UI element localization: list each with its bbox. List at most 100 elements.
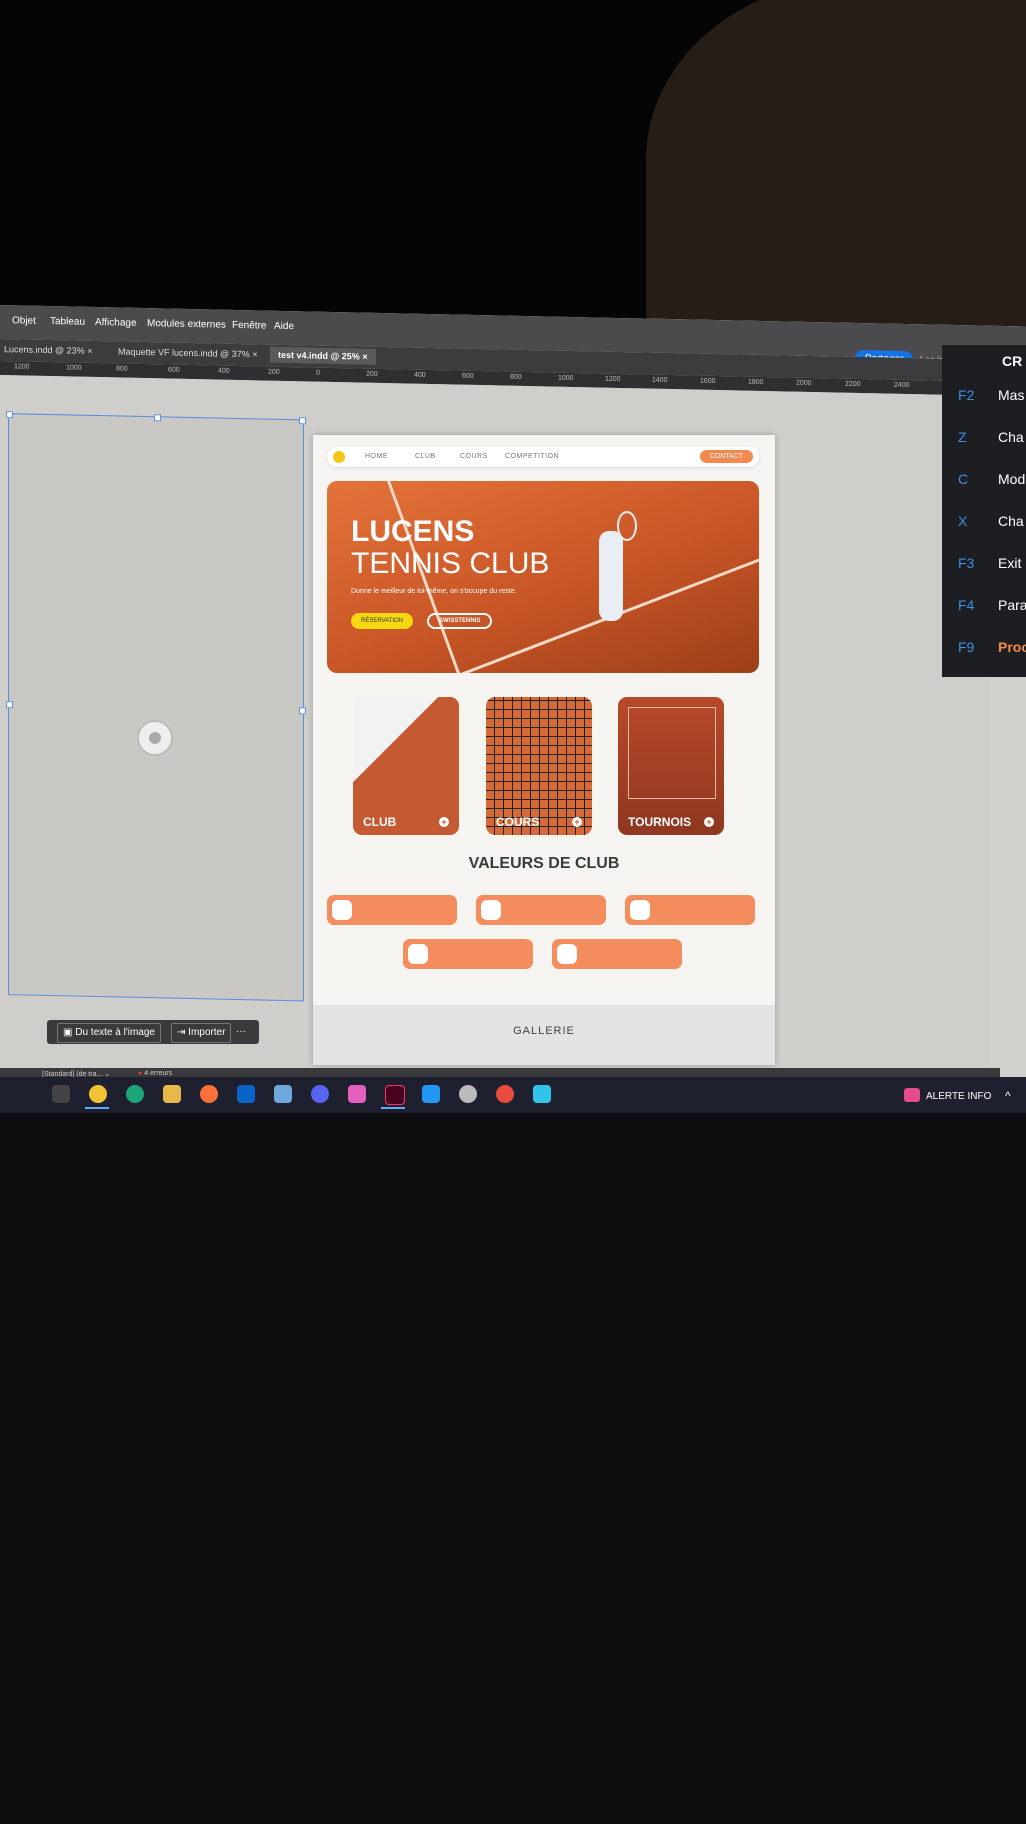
swisstennis-button[interactable]: SWISSTENNIS [427,613,493,629]
resize-handle[interactable] [299,417,306,425]
resize-handle[interactable] [6,411,13,419]
shortcut-label: Para [998,597,1026,613]
shortcut-row[interactable]: Z Cha [942,417,1026,457]
ruler-mark: 1200 [605,375,621,383]
image-icon: ▣ [63,1027,73,1038]
plus-icon[interactable]: + [572,817,582,827]
task-view-icon[interactable] [52,1085,70,1103]
site-nav: HOME CLUB COURS COMPETITION CONTACT [327,447,759,467]
menu-aide[interactable]: Aide [274,321,294,332]
rocket-league-icon[interactable] [274,1085,292,1103]
ruler-mark: 1000 [558,374,574,383]
menu-affichage[interactable]: Affichage [95,317,137,329]
hero-tagline: Donne le meilleur de toi-même, on s'occu… [351,588,517,595]
tennis-player-image [599,531,623,621]
ruler-mark: 2200 [845,380,861,389]
chevron-up-icon[interactable]: ^ [1005,1089,1011,1103]
file-explorer-icon[interactable] [163,1085,181,1103]
card-tournois[interactable]: TOURNOIS + [618,697,724,835]
wall [646,0,1026,330]
ruler-mark: 600 [462,372,474,380]
menu-modules-externes[interactable]: Modules externes [147,318,226,331]
card-cours[interactable]: COURS + [486,697,592,835]
app-icon[interactable] [348,1085,366,1103]
news-alert-icon[interactable] [904,1088,920,1102]
hero-title: LUCENS [351,515,475,548]
reservation-button[interactable]: RÉSERVATION [351,613,414,629]
value-pill[interactable] [403,939,533,969]
shortcut-row[interactable]: F9 Proc [942,627,1026,667]
outlook-icon[interactable] [237,1085,255,1103]
resize-handle[interactable] [154,414,161,422]
chrome-icon[interactable] [89,1085,107,1103]
nav-home[interactable]: HOME [365,453,388,460]
import-button[interactable]: ⇥ Importer [171,1023,232,1043]
shortcut-key: Z [958,429,967,445]
nav-cours[interactable]: COURS [460,453,488,460]
tab-maquette[interactable]: Maquette VF lucens.indd @ 37% × [118,346,258,359]
app-icon[interactable] [496,1085,514,1103]
text-to-image-button[interactable]: ▣ Du texte à l'image [57,1023,161,1043]
tennis-ball-logo[interactable] [333,451,345,463]
plus-icon[interactable]: + [439,817,449,827]
contextual-task-bar: ▣ Du texte à l'image ⇥ Importer ··· [47,1020,259,1044]
values-section-title: VALEURS DE CLUB [468,855,620,872]
contact-button[interactable]: CONTACT [699,450,753,463]
indesign-icon[interactable] [385,1085,405,1105]
shortcut-row[interactable]: F2 Mas [942,375,1026,415]
value-pill[interactable] [327,895,457,925]
preflight-status[interactable]: ● 4 erreurs [138,1070,172,1077]
menu-tableau[interactable]: Tableau [50,316,85,328]
tab-lucens[interactable]: Lucens.indd @ 23% × [4,344,92,356]
frame-placeholder-icon[interactable] [137,720,173,756]
app-icon[interactable] [533,1085,551,1103]
close-icon[interactable]: × [252,349,257,359]
gallery-section: GALLERIE [313,1005,775,1065]
more-options-button[interactable]: ··· [231,1023,251,1041]
tab-test-v4[interactable]: test v4.indd @ 25% × [270,346,376,365]
active-indicator [381,1107,405,1109]
news-alert-label[interactable]: ALERTE INFO [926,1091,991,1102]
shortcut-panel: CR F2 Mas Z Cha C Mod X Cha F3 Exit F4 Para F9… [942,345,1026,677]
ruler-mark: 1200 [14,363,30,371]
firefox-icon[interactable] [200,1085,218,1103]
tab-label: Lucens.indd @ 23% [4,344,85,356]
error-count: 4 erreurs [144,1070,173,1077]
menu-fenetre[interactable]: Fenêtre [232,320,266,332]
selected-frame[interactable] [6,411,306,1002]
error-icon: ● [138,1070,143,1077]
desk-background [0,1113,1026,1824]
shortcut-row[interactable]: F4 Para [942,585,1026,625]
resize-handle[interactable] [299,707,306,715]
close-icon[interactable]: × [362,352,367,362]
shortcut-row[interactable]: C Mod [942,459,1026,499]
close-icon[interactable]: × [87,346,92,356]
discord-icon[interactable] [311,1085,329,1103]
value-pill[interactable] [476,895,606,925]
room-background [0,0,1026,330]
ruler-mark: 1000 [66,364,82,372]
court-aerial-image [628,707,716,799]
app-icon[interactable] [459,1085,477,1103]
value-pill[interactable] [552,939,682,969]
ruler-mark: 0 [316,369,320,377]
shortcut-label: Mod [998,471,1026,487]
edge-icon[interactable] [126,1085,144,1103]
nav-club[interactable]: CLUB [415,453,436,460]
import-icon: ⇥ [177,1027,186,1038]
resize-handle[interactable] [6,701,13,709]
panel-title: CR [1002,353,1023,369]
value-pill[interactable] [625,895,755,925]
shortcut-row[interactable]: F3 Exit [942,543,1026,583]
ruler-mark: 200 [268,368,280,376]
plus-icon[interactable]: + [704,817,714,827]
photos-icon[interactable] [422,1085,440,1103]
ruler-mark: 2400 [894,381,910,390]
text-to-image-label: Du texte à l'image [75,1027,155,1038]
nav-competition[interactable]: COMPETITION [505,453,559,460]
card-club[interactable]: CLUB + [353,697,459,835]
website-mockup-page[interactable]: HOME CLUB COURS COMPETITION CONTACT LUCE… [313,435,775,1065]
menu-objet[interactable]: Objet [12,315,36,327]
shortcut-row[interactable]: X Cha [942,501,1026,541]
ruler-mark: 800 [510,373,522,381]
